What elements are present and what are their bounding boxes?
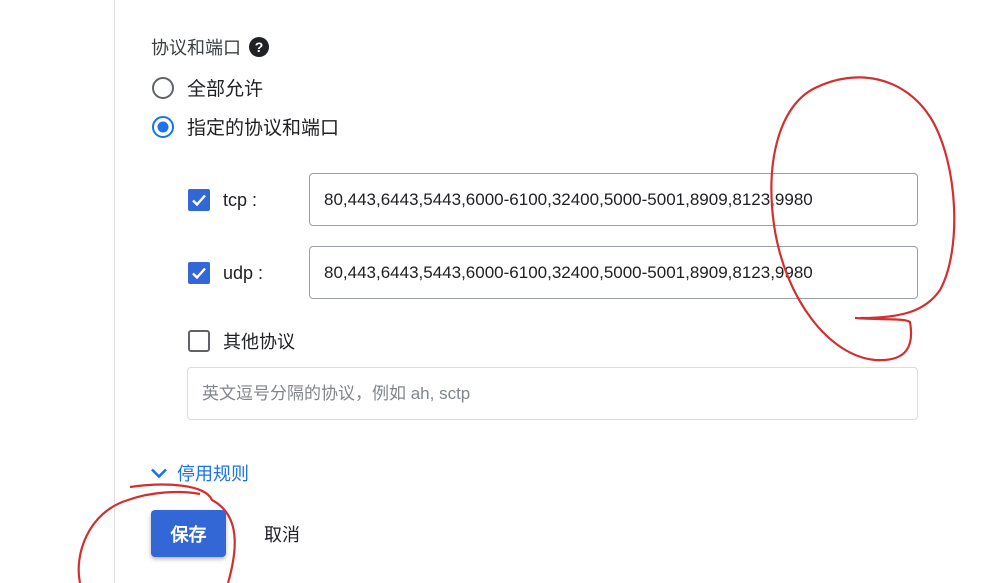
udp-checkbox[interactable] (187, 261, 211, 285)
tcp-checkbox[interactable] (187, 188, 211, 212)
panel-left-divider (114, 0, 115, 583)
radio-specified-label: 指定的协议和端口 (187, 118, 340, 139)
disable-rule-label: 停用规则 (177, 464, 249, 484)
udp-label: udp : (223, 262, 264, 283)
disable-rule-toggle[interactable]: 停用规则 (147, 460, 249, 486)
radio-selected-icon[interactable] (151, 115, 175, 139)
protocols-ports-heading: 协议和端口 ? (151, 34, 269, 60)
radio-allow-all[interactable]: 全部允许 (151, 74, 263, 101)
tcp-row: tcp : (187, 188, 257, 212)
udp-row: udp : (187, 261, 263, 285)
tcp-label: tcp : (223, 189, 258, 210)
other-protocols-checkbox[interactable] (187, 329, 211, 353)
help-circle-icon[interactable]: ? (249, 37, 269, 57)
other-protocols-input[interactable] (187, 367, 918, 420)
udp-ports-input[interactable] (309, 246, 918, 299)
cancel-button[interactable]: 取消 (246, 510, 318, 557)
other-protocols-label: 其他协议 (223, 332, 295, 352)
svg-text:?: ? (255, 39, 264, 55)
save-button[interactable]: 保存 (151, 510, 226, 557)
chevron-down-icon (151, 468, 167, 479)
radio-unselected-icon[interactable] (151, 76, 175, 100)
radio-specified-protocols[interactable]: 指定的协议和端口 (151, 113, 339, 140)
radio-allow-all-label: 全部允许 (187, 79, 264, 100)
section-title: 协议和端口 (151, 38, 241, 58)
other-protocols-row: 其他协议 (187, 328, 295, 354)
tcp-ports-input[interactable] (309, 173, 918, 226)
